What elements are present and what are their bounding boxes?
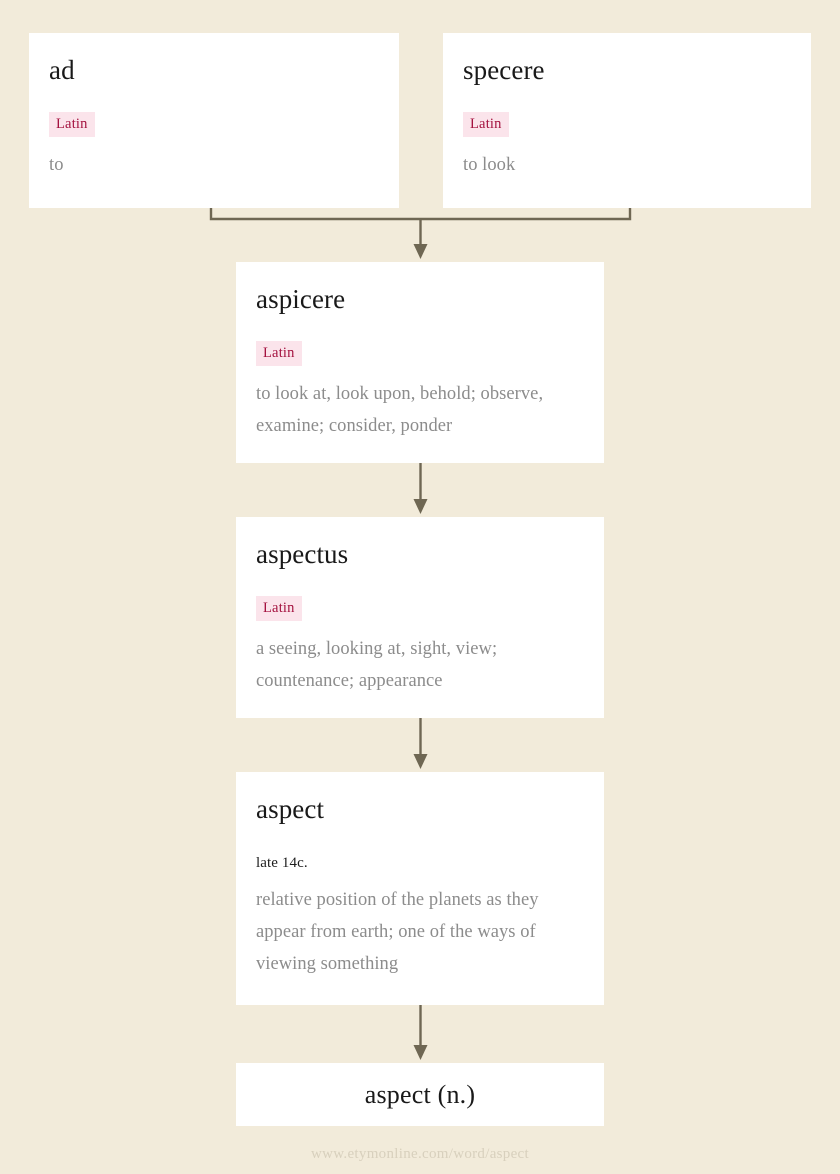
- source-url-footer: www.etymonline.com/word/aspect: [311, 1146, 529, 1162]
- merge-bracket: [209, 208, 632, 221]
- card-gloss-ad: to: [49, 155, 64, 176]
- card-title-aspectus: aspectus: [256, 539, 349, 569]
- card-gloss-aspect: relative position of the planets as they…: [256, 890, 539, 974]
- language-tag-aspectus[interactable]: Latin: [256, 596, 302, 622]
- card-title-aspect: aspect: [256, 794, 325, 824]
- etymology-card-aspicere[interactable]: aspicere Latin to look at, look upon, be…: [236, 262, 604, 463]
- arrowhead-to-aspectus: [413, 499, 428, 514]
- card-gloss-aspectus: a seeing, looking at, sight, view; count…: [256, 639, 498, 691]
- etymology-diagram: ad Latin to specere Latin to look aspice…: [0, 0, 840, 1174]
- etymology-card-specere[interactable]: specere Latin to look: [443, 33, 811, 208]
- card-gloss-specere: to look: [463, 155, 516, 176]
- card-title-specere: specere: [463, 55, 545, 85]
- card-date-aspect: late 14c.: [256, 855, 308, 872]
- arrowhead-to-aspicere: [413, 244, 428, 259]
- tag-row-specere: Latin: [463, 112, 791, 138]
- language-tag-aspicere[interactable]: Latin: [256, 341, 302, 367]
- language-tag-ad[interactable]: Latin: [49, 112, 95, 138]
- arrowhead-to-aspect: [413, 754, 428, 769]
- etymology-card-ad[interactable]: ad Latin to: [29, 33, 399, 208]
- tag-row-aspicere: Latin: [256, 341, 584, 367]
- card-title-result: aspect (n.): [364, 1079, 476, 1109]
- tag-row-aspectus: Latin: [256, 596, 584, 622]
- card-gloss-aspicere: to look at, look upon, behold; observe, …: [256, 384, 544, 436]
- etymology-card-result[interactable]: aspect (n.): [236, 1063, 604, 1126]
- tag-row-ad: Latin: [49, 112, 379, 138]
- language-tag-specere[interactable]: Latin: [463, 112, 509, 138]
- etymology-card-aspectus[interactable]: aspectus Latin a seeing, looking at, sig…: [236, 517, 604, 718]
- card-title-ad: ad: [49, 55, 75, 85]
- etymology-card-aspect[interactable]: aspect late 14c. relative position of th…: [236, 772, 604, 1005]
- arrowhead-to-result: [413, 1045, 428, 1060]
- card-title-aspicere: aspicere: [256, 284, 346, 314]
